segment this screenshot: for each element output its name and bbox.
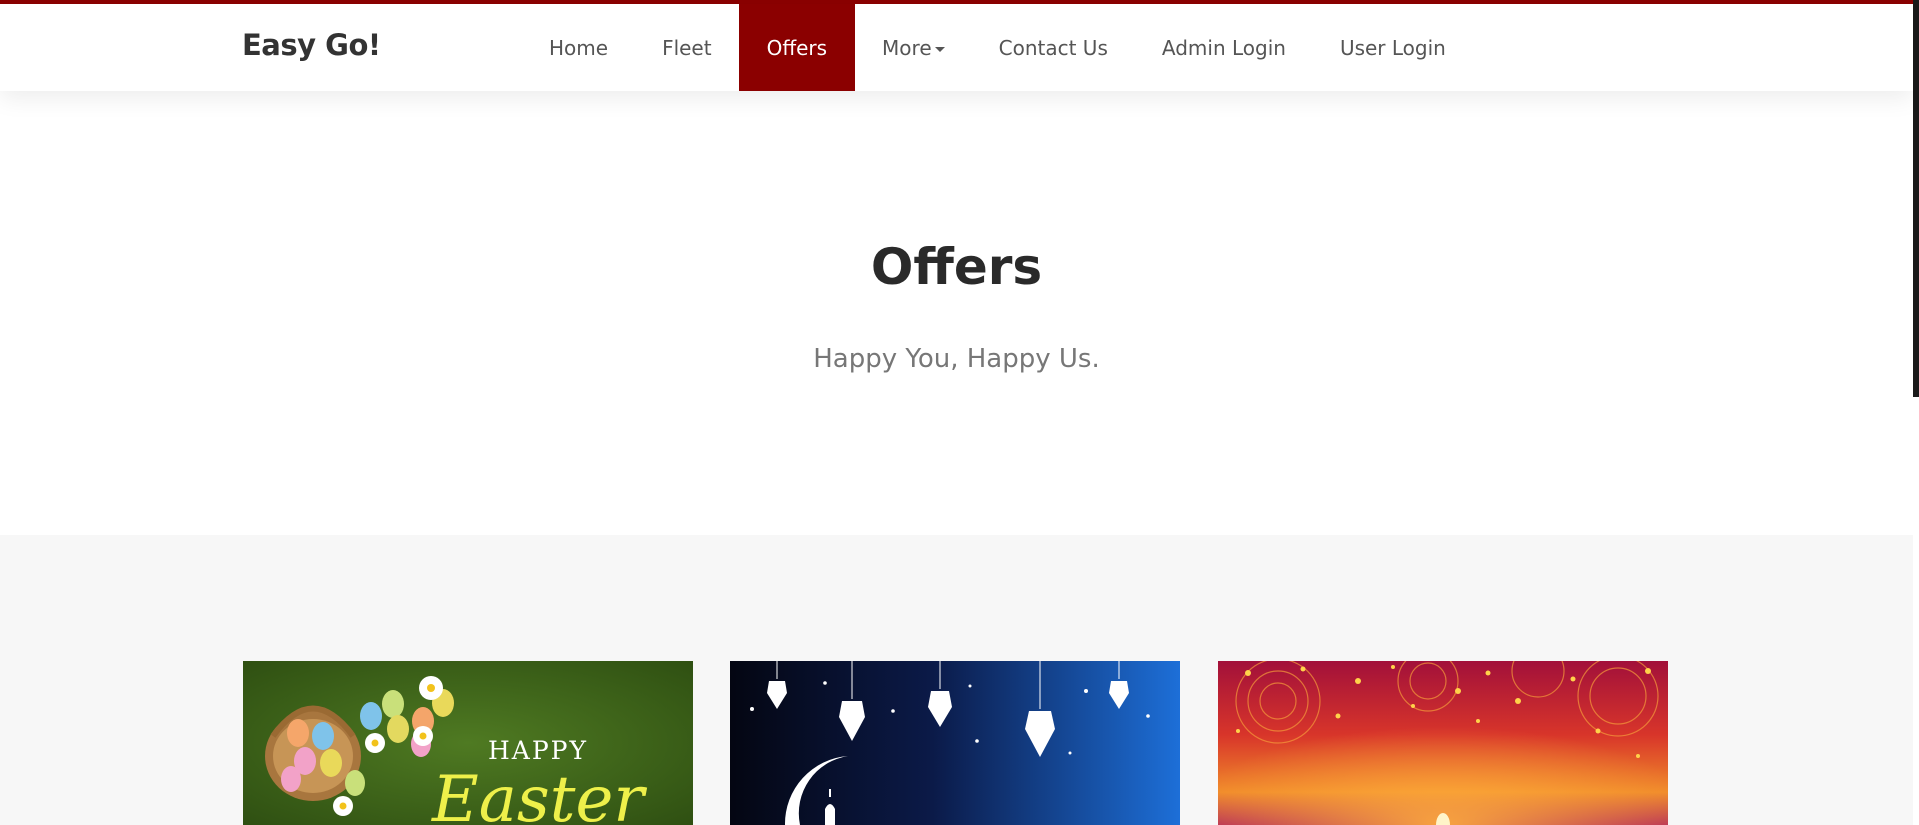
brand-logo[interactable]: Easy Go! [242,28,381,62]
diwali-banner-image [1218,661,1668,825]
nav-item-offers[interactable]: Offers [738,4,856,91]
easter-banner-text-main: Easter [431,763,647,825]
nav-item-label: User Login [1339,35,1446,60]
hero-section: Offers Happy You, Happy Us. [0,91,1913,535]
page-title: Offers [870,238,1043,296]
caret-down-icon [934,46,945,52]
nav-item-label: More [882,35,932,60]
nav-item-label: Fleet [662,35,712,60]
navbar: Easy Go! Home Fleet Offers More Contact … [0,4,1913,91]
nav-item-fleet[interactable]: Fleet [635,4,739,91]
easter-banner-image: HAPPY Easter [243,661,693,825]
easter-banner-text-top: HAPPY [488,736,588,765]
nav-item-home[interactable]: Home [522,4,635,91]
page-subtitle: Happy You, Happy Us. [813,344,1100,374]
offers-section: HAPPY Easter [0,535,1913,825]
nav-item-label: Home [549,35,609,60]
ramadan-banner-image [730,661,1180,825]
offer-card-ramadan[interactable] [730,661,1180,825]
nav-item-label: Offers [766,35,828,60]
main-nav: Home Fleet Offers More Contact Us Admin … [522,4,1473,91]
scrollbar-thumb[interactable] [1913,0,1919,397]
scrollbar[interactable] [1913,0,1919,825]
nav-item-more[interactable]: More [855,4,972,91]
nav-item-label: Admin Login [1161,35,1286,60]
nav-item-contact-us[interactable]: Contact Us [972,4,1135,91]
offer-card-diwali[interactable] [1218,661,1668,825]
nav-item-label: Contact Us [998,35,1108,60]
nav-item-admin-login[interactable]: Admin Login [1135,4,1313,91]
offer-card-easter[interactable]: HAPPY Easter [243,661,693,825]
nav-item-user-login[interactable]: User Login [1313,4,1473,91]
